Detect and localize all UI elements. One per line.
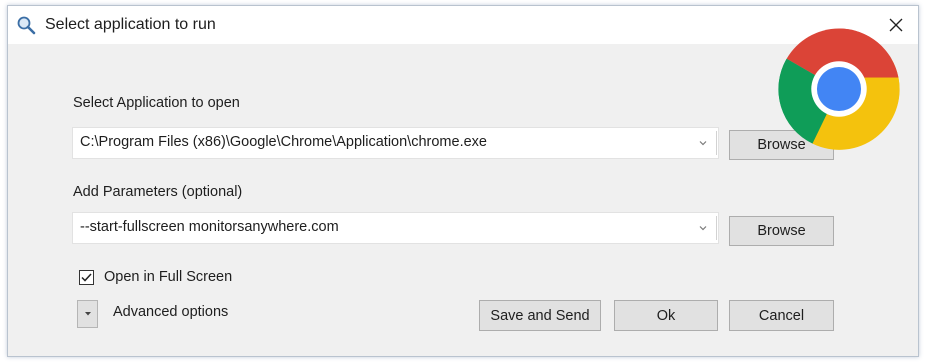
combo-divider: [716, 216, 717, 240]
parameters-value: --start-fullscreen monitorsanywhere.com: [80, 219, 339, 235]
parameters-combo[interactable]: --start-fullscreen monitorsanywhere.com: [72, 212, 719, 244]
application-label: Select Application to open: [73, 95, 240, 111]
chevron-down-icon[interactable]: [697, 222, 709, 234]
ok-button[interactable]: Ok: [614, 300, 718, 331]
advanced-options-label: Advanced options: [113, 304, 229, 320]
parameters-label: Add Parameters (optional): [73, 184, 243, 200]
application-path-combo[interactable]: C:\Program Files (x86)\Google\Chrome\App…: [72, 127, 719, 159]
chevron-down-icon: [84, 312, 91, 316]
window-title: Select application to run: [45, 16, 216, 33]
fullscreen-checkbox[interactable]: [79, 270, 94, 285]
chrome-logo: [778, 28, 900, 150]
combo-divider: [716, 131, 717, 155]
fullscreen-label: Open in Full Screen: [104, 269, 233, 285]
browse-parameters-button[interactable]: Browse: [729, 216, 834, 246]
advanced-options-toggle[interactable]: [77, 300, 98, 328]
save-and-send-button[interactable]: Save and Send: [479, 300, 601, 331]
magnifier-icon: [17, 16, 36, 35]
application-path-value: C:\Program Files (x86)\Google\Chrome\App…: [80, 134, 487, 150]
chevron-down-icon[interactable]: [697, 137, 709, 149]
cancel-button[interactable]: Cancel: [729, 300, 834, 331]
checkmark-icon: [81, 273, 92, 282]
